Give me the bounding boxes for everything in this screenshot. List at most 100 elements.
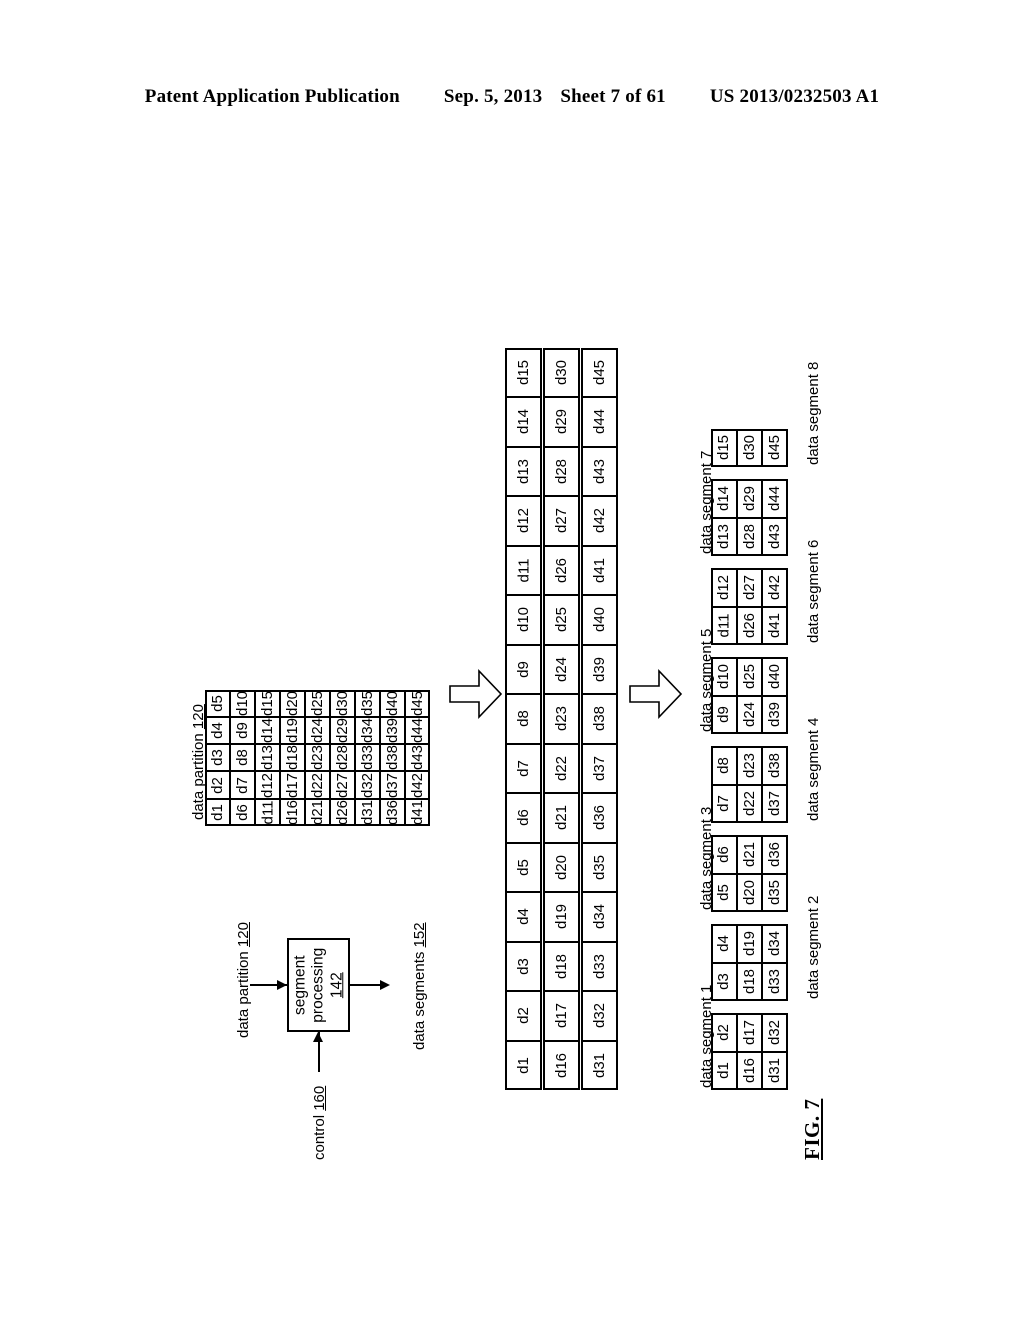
data-cell-label: d29 <box>553 409 570 435</box>
strip-cell: d10 <box>505 595 542 645</box>
partition-cell: d2 <box>205 771 230 799</box>
partition-cell: d31 <box>355 798 380 826</box>
strip-cell: d15 <box>505 347 542 397</box>
strip-cell: d2 <box>505 991 542 1041</box>
segment-cell: d33 <box>762 962 788 1001</box>
data-cell-label: d16 <box>284 799 301 825</box>
partition-cell: d22 <box>305 771 330 799</box>
strip-cell: d39 <box>581 644 618 694</box>
partition-cell: d17 <box>280 771 305 799</box>
segment-cell: d36 <box>762 835 788 874</box>
data-cell-label: d44 <box>591 409 608 435</box>
partition-cell: d37 <box>380 771 405 799</box>
data-cell-label: d2 <box>715 1023 733 1041</box>
partition-cell: d1 <box>205 798 230 826</box>
data-cell-label: d30 <box>553 359 570 385</box>
data-cell-label: d17 <box>284 772 301 798</box>
header-patent-number: US 2013/0232503 A1 <box>709 86 880 107</box>
strip-cell: d18 <box>543 941 580 991</box>
segment-cell: d17 <box>736 1013 762 1052</box>
data-cell-label: d22 <box>553 755 570 781</box>
strip-cell: d25 <box>543 595 580 645</box>
segment-cell: d27 <box>736 568 762 607</box>
strip-cell: d12 <box>505 496 542 546</box>
segment-label: data segment 6 <box>804 539 822 643</box>
data-cell-label: d13 <box>715 524 733 550</box>
data-cell-label: d18 <box>553 953 570 979</box>
data-cell-label: d25 <box>553 607 570 633</box>
data-cell-label: d6 <box>234 803 251 821</box>
strip-cell: d26 <box>543 545 580 595</box>
data-cell-label: d24 <box>553 656 570 682</box>
partition-cell: d33 <box>355 744 380 772</box>
data-cell-label: d37 <box>766 791 784 817</box>
partition-cell: d4 <box>205 716 230 745</box>
data-cell-label: d30 <box>740 435 758 461</box>
segment-cell: d15 <box>711 428 737 467</box>
data-cell-label: d6 <box>715 845 733 863</box>
segment-cell: d38 <box>762 746 788 785</box>
data-cell-label: d5 <box>715 884 733 902</box>
data-cell-label: d34 <box>591 904 608 930</box>
segment-cell: d41 <box>762 606 788 645</box>
data-cell-label: d39 <box>766 702 784 728</box>
data-cell-label: d1 <box>209 803 226 821</box>
segment-cell: d21 <box>736 835 762 874</box>
strip-cell: d41 <box>581 545 618 595</box>
data-cell-label: d8 <box>715 756 733 774</box>
flow-control-label: control 160 <box>311 1085 328 1160</box>
data-cell-label: d41 <box>766 613 784 639</box>
partition-cell: d42 <box>405 771 430 799</box>
segment-cell: d37 <box>762 784 788 823</box>
header-date: Sep. 5, 2013 <box>443 86 543 107</box>
data-cell-label: d3 <box>209 749 226 767</box>
data-cell-label: d23 <box>553 706 570 732</box>
input-arrowhead <box>277 979 287 990</box>
strip-cell: d13 <box>505 446 542 496</box>
segment-cell: d29 <box>736 479 762 518</box>
partition-cell: d44 <box>405 716 430 745</box>
data-cell-label: d27 <box>740 574 758 600</box>
data-cell-label: d34 <box>766 930 784 956</box>
segment-cell: d16 <box>736 1051 762 1090</box>
strip-cell: d37 <box>581 743 618 793</box>
strip-cell: d42 <box>581 496 618 546</box>
partition-cell: d32 <box>355 771 380 799</box>
segment-cell: d35 <box>762 873 788 912</box>
strip-cell: d28 <box>543 446 580 496</box>
data-cell-label: d3 <box>715 973 733 991</box>
partition-cell: d18 <box>280 744 305 772</box>
data-cell-label: d17 <box>740 1019 758 1045</box>
data-cell-label: d5 <box>209 694 226 712</box>
data-cell-label: d32 <box>591 1003 608 1029</box>
data-cell-label: d26 <box>740 613 758 639</box>
data-cell-label: d12 <box>715 574 733 600</box>
page-header: Patent Application Publication Sep. 5, 2… <box>0 86 1024 108</box>
data-cell-label: d45 <box>766 435 784 461</box>
data-cell-label: d44 <box>766 485 784 511</box>
strip-cell: d33 <box>581 941 618 991</box>
header-sheet-number: Sheet 7 of 61 <box>560 86 666 107</box>
strip-cell: d30 <box>543 347 580 397</box>
data-cell-label: d29 <box>334 717 351 743</box>
strip-cell: d27 <box>543 496 580 546</box>
data-cell-label: d44 <box>409 717 426 743</box>
segment-cell: d12 <box>711 568 737 607</box>
output-arrowhead <box>380 979 390 990</box>
segment-cell: d40 <box>762 657 788 696</box>
segment-processing-label: segment processing 142 <box>291 947 345 1023</box>
segment-cell: d22 <box>736 784 762 823</box>
partition-cell: d8 <box>230 744 255 772</box>
segment-cell: d3 <box>711 962 737 1001</box>
segment-cell: d42 <box>762 568 788 607</box>
data-cell-label: d32 <box>766 1019 784 1045</box>
data-cell-label: d34 <box>359 717 376 743</box>
data-cell-label: d38 <box>384 745 401 771</box>
partition-cell: d19 <box>280 716 305 745</box>
data-cell-label: d15 <box>515 359 532 385</box>
data-cell-label: d20 <box>740 880 758 906</box>
partition-cell: d24 <box>305 716 330 745</box>
data-cell-label: d22 <box>740 791 758 817</box>
data-cell-label: d7 <box>234 776 251 794</box>
data-cell-label: d31 <box>359 799 376 825</box>
